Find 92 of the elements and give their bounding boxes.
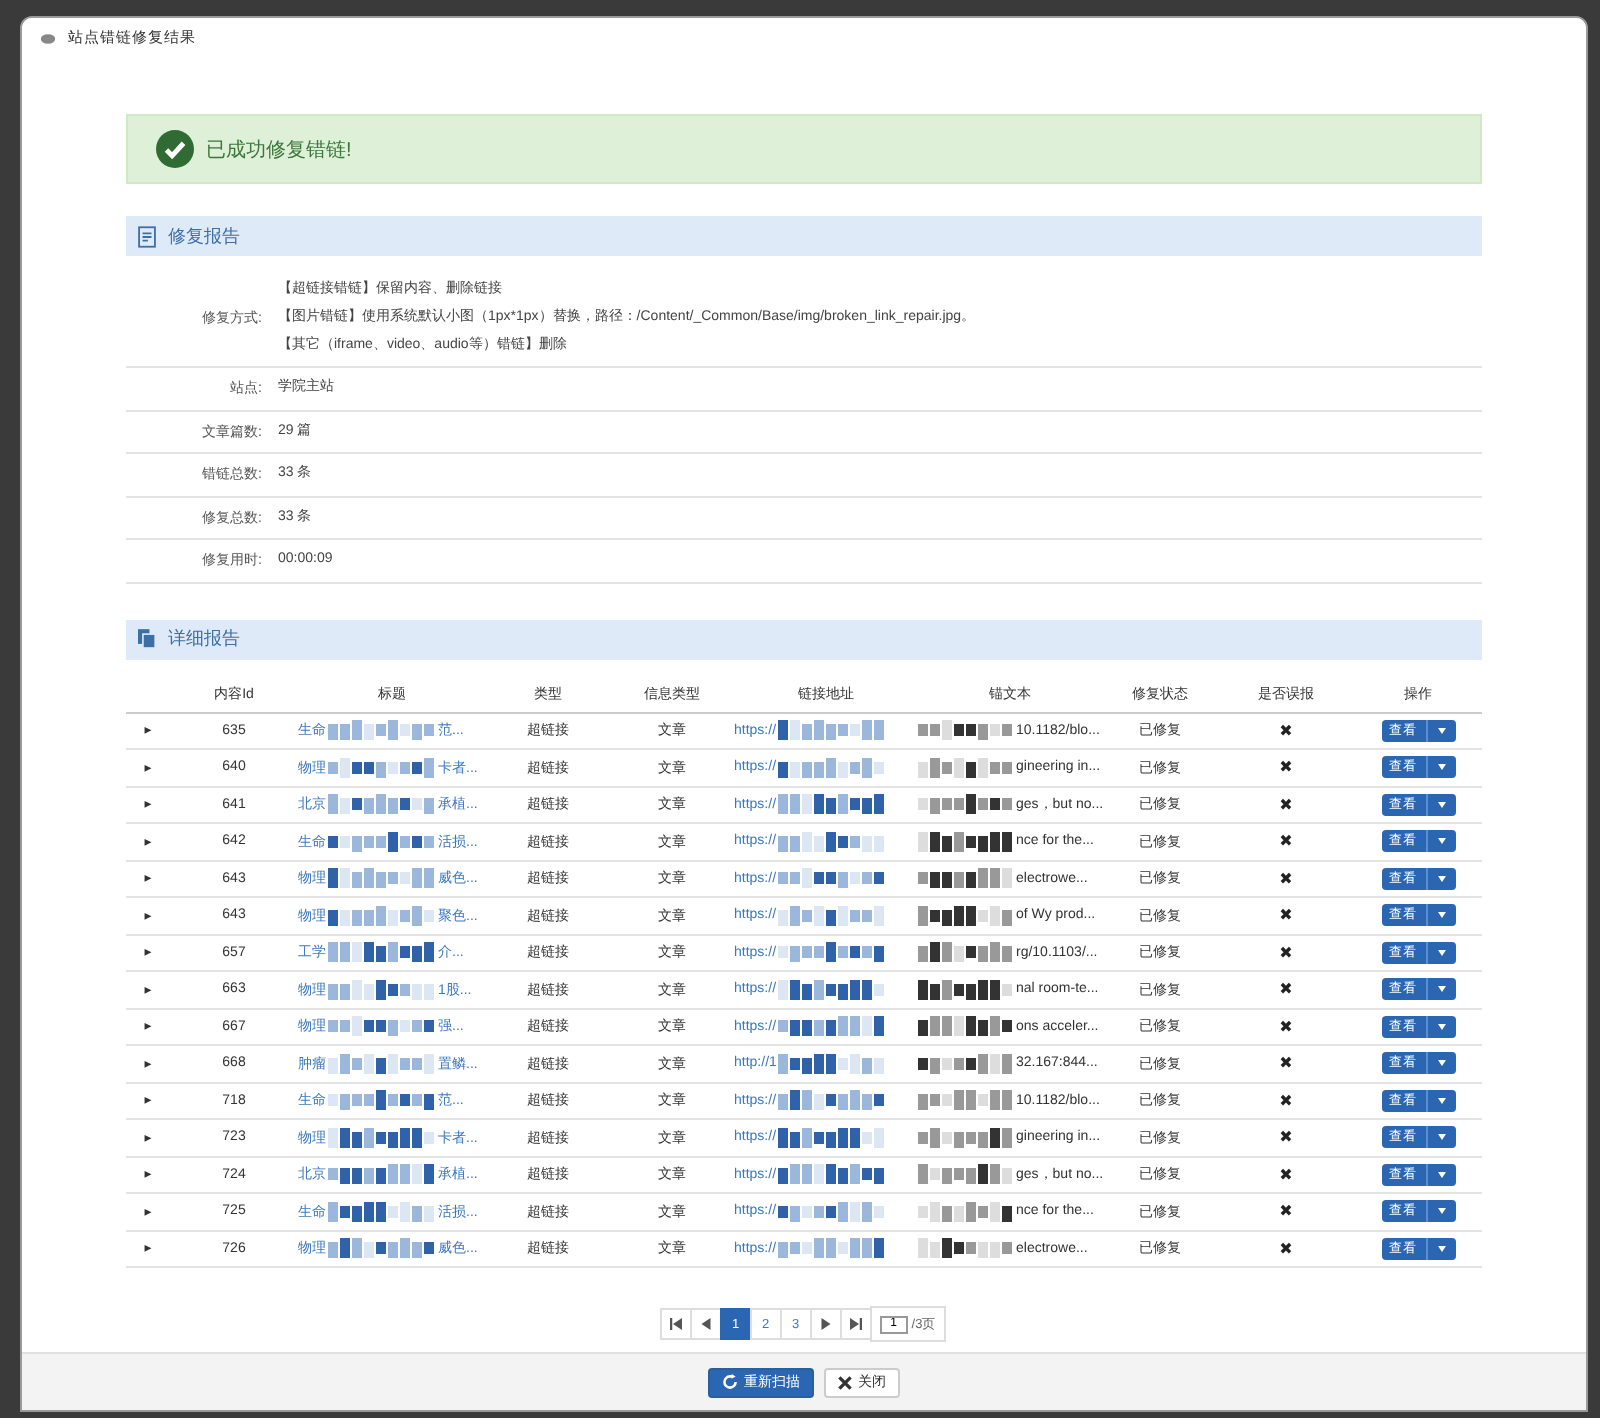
success-message: 已成功修复错链!	[206, 137, 352, 163]
refresh-icon	[722, 1374, 738, 1390]
pixelated-text-drawing	[328, 1238, 436, 1259]
triangle-right-icon	[819, 1318, 832, 1330]
dropdown-button[interactable]	[1425, 1126, 1455, 1149]
cross-icon: ✖	[1279, 906, 1293, 925]
cross-icon: ✖	[1279, 1202, 1293, 1221]
cross-icon: ✖	[1279, 943, 1293, 962]
cross-icon: ✖	[1279, 980, 1293, 999]
pixelated-text-drawing	[778, 1053, 887, 1074]
next-page-button[interactable]	[809, 1308, 842, 1340]
pixelated-text-drawing	[778, 942, 887, 963]
report-icon	[138, 225, 156, 247]
pixelated-text-drawing	[778, 905, 887, 926]
pixelated-text-drawing	[778, 720, 887, 741]
first-page-icon	[669, 1318, 682, 1330]
pixelated-text-drawing	[918, 794, 1014, 815]
cross-icon: ✖	[1279, 1128, 1293, 1147]
pixelated-text-drawing	[328, 831, 436, 852]
pixelated-text-drawing	[328, 1164, 436, 1185]
pixelated-text-drawing	[328, 1090, 436, 1111]
pixelated-text-drawing	[778, 1201, 887, 1222]
check-circle-icon	[156, 130, 194, 168]
pixelated-text-drawing	[918, 1016, 1014, 1037]
dropdown-button[interactable]	[1425, 1089, 1455, 1112]
cross-icon: ✖	[1279, 721, 1293, 740]
pixelated-text-drawing	[778, 794, 887, 815]
pixelated-text-drawing	[328, 1053, 436, 1074]
pixelated-text-drawing	[328, 1016, 436, 1037]
triangle-left-icon	[699, 1318, 712, 1330]
last-page-icon	[849, 1318, 862, 1330]
pixelated-text-drawing	[918, 942, 1014, 963]
pixelated-text-drawing	[918, 1238, 1014, 1259]
pixelated-text-drawing	[778, 1238, 887, 1259]
dropdown-button[interactable]	[1425, 756, 1455, 779]
pixelated-text-drawing	[328, 905, 436, 926]
pixelated-text-drawing	[918, 720, 1014, 741]
pixelated-text-drawing	[328, 868, 436, 889]
cross-icon: ✖	[1279, 1239, 1293, 1258]
pixelated-text-drawing	[778, 1090, 887, 1111]
pixelated-text-drawing	[918, 831, 1014, 852]
dropdown-button[interactable]	[1425, 1163, 1455, 1186]
window-icon	[40, 31, 56, 45]
pixelated-text-drawing	[918, 868, 1014, 889]
dropdown-button[interactable]	[1425, 1015, 1455, 1038]
pixelated-text-drawing	[918, 757, 1014, 778]
pixelated-text-drawing	[328, 720, 436, 741]
pixelated-text-drawing	[778, 979, 887, 1000]
cross-icon: ✖	[1279, 1017, 1293, 1036]
pixelated-text-drawing	[328, 757, 436, 778]
section-title: 修复报告	[168, 223, 240, 249]
cross-icon: ✖	[1279, 758, 1293, 777]
pixelated-text-drawing	[778, 1164, 887, 1185]
pixelated-text-drawing	[918, 1090, 1014, 1111]
dropdown-button[interactable]	[1425, 941, 1455, 964]
dropdown-button[interactable]	[1425, 904, 1455, 927]
dropdown-button[interactable]	[1425, 1237, 1455, 1260]
pixelated-text-drawing	[328, 794, 436, 815]
pixelated-text-drawing	[778, 831, 887, 852]
pixelated-text-drawing	[778, 1016, 887, 1037]
pixelated-text-drawing	[918, 1201, 1014, 1222]
first-page-button[interactable]	[659, 1308, 692, 1340]
pixelated-text-drawing	[778, 1127, 887, 1148]
last-page-button[interactable]	[839, 1308, 872, 1340]
pixelated-text-drawing	[918, 905, 1014, 926]
pixelated-text-drawing	[918, 979, 1014, 1000]
pixelated-text-drawing	[328, 979, 436, 1000]
pixelated-text-drawing	[328, 942, 436, 963]
pixelated-text-drawing	[918, 1164, 1014, 1185]
pixelated-text-drawing	[918, 1053, 1014, 1074]
dropdown-button[interactable]	[1425, 719, 1455, 742]
dropdown-button[interactable]	[1425, 830, 1455, 853]
pixelated-text-drawing	[778, 757, 887, 778]
pixelated-text-drawing	[328, 1127, 436, 1148]
cross-icon: ✖	[1279, 1054, 1293, 1073]
previous-page-button[interactable]	[689, 1308, 722, 1340]
cross-icon: ✖	[1279, 869, 1293, 888]
pixelated-text-drawing	[328, 1201, 436, 1222]
cross-icon: ✖	[1279, 832, 1293, 851]
dropdown-button[interactable]	[1425, 978, 1455, 1001]
pixelated-text-drawing	[918, 1127, 1014, 1148]
dropdown-button[interactable]	[1425, 867, 1455, 890]
dropdown-button[interactable]	[1425, 793, 1455, 816]
pixelated-text-drawing	[778, 868, 887, 889]
cross-icon: ✖	[1279, 1165, 1293, 1184]
close-icon	[838, 1375, 852, 1389]
copy-icon	[138, 628, 156, 650]
dropdown-button[interactable]	[1425, 1052, 1455, 1075]
cross-icon: ✖	[1279, 1091, 1293, 1110]
section-title: 详细报告	[168, 626, 240, 652]
cross-icon: ✖	[1279, 795, 1293, 814]
dropdown-button[interactable]	[1425, 1200, 1455, 1223]
